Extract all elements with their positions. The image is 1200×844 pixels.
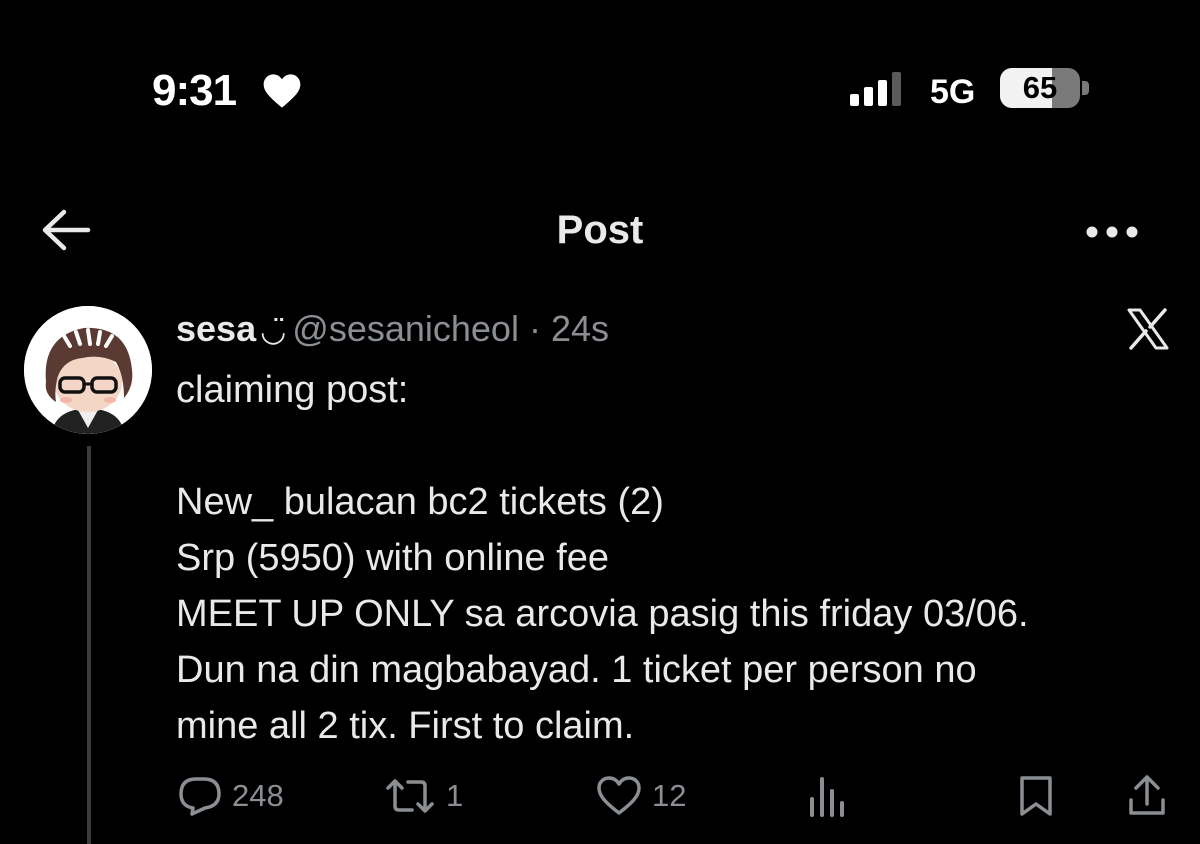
page-title: Post [556,208,644,252]
bookmark-button[interactable] [1016,772,1056,820]
like-count: 12 [652,778,687,813]
author-name[interactable]: sesa [176,308,256,349]
post-body: claiming post: New_ bulacan bc2 tickets … [176,362,1176,754]
header-separator: · [528,308,541,349]
thread-line [87,446,91,844]
heart-icon [263,74,301,108]
battery-icon: 65 [1000,68,1080,108]
signal-icon [850,72,901,106]
post-line: claiming post: [176,369,409,411]
post-line: mine all 2 tix. First to claim. [176,705,635,747]
author-name-emoji: ◡̈ [260,315,287,348]
like-icon [597,776,641,815]
status-time: 9:31 [152,66,237,115]
repost-icon [386,779,434,813]
like-button[interactable]: 12 [596,772,686,820]
post-line [176,418,1176,474]
views-icon [810,777,844,817]
avatar-image [24,306,152,434]
post-time[interactable]: 24s [551,308,609,349]
battery-level: 65 [1022,70,1058,105]
avatar[interactable] [24,306,152,434]
post-line: New_ bulacan bc2 tickets (2) [176,481,664,523]
repost-button[interactable]: 1 [384,772,463,820]
share-icon [1129,775,1165,815]
repost-count: 1 [446,778,464,813]
post-header: sesa ◡̈ @sesanicheol · 24s [176,306,609,355]
network-type: 5G [930,73,976,111]
post-line: MEET UP ONLY sa arcovia pasig this frida… [176,593,1029,635]
battery-tip [1082,81,1089,95]
post-line: Dun na din magbabayad. 1 ticket per pers… [176,649,977,691]
post-line: Srp (5950) with online fee [176,537,610,579]
reply-icon [179,777,221,816]
x-logo-icon [1127,308,1169,350]
more-icon[interactable] [1082,212,1142,252]
share-button[interactable] [1126,772,1168,820]
author-handle[interactable]: @sesanicheol [292,308,519,349]
reply-button[interactable]: 248 [178,772,284,820]
views-button[interactable] [806,772,848,820]
bookmark-icon [1020,776,1052,816]
reply-count: 248 [232,778,284,813]
